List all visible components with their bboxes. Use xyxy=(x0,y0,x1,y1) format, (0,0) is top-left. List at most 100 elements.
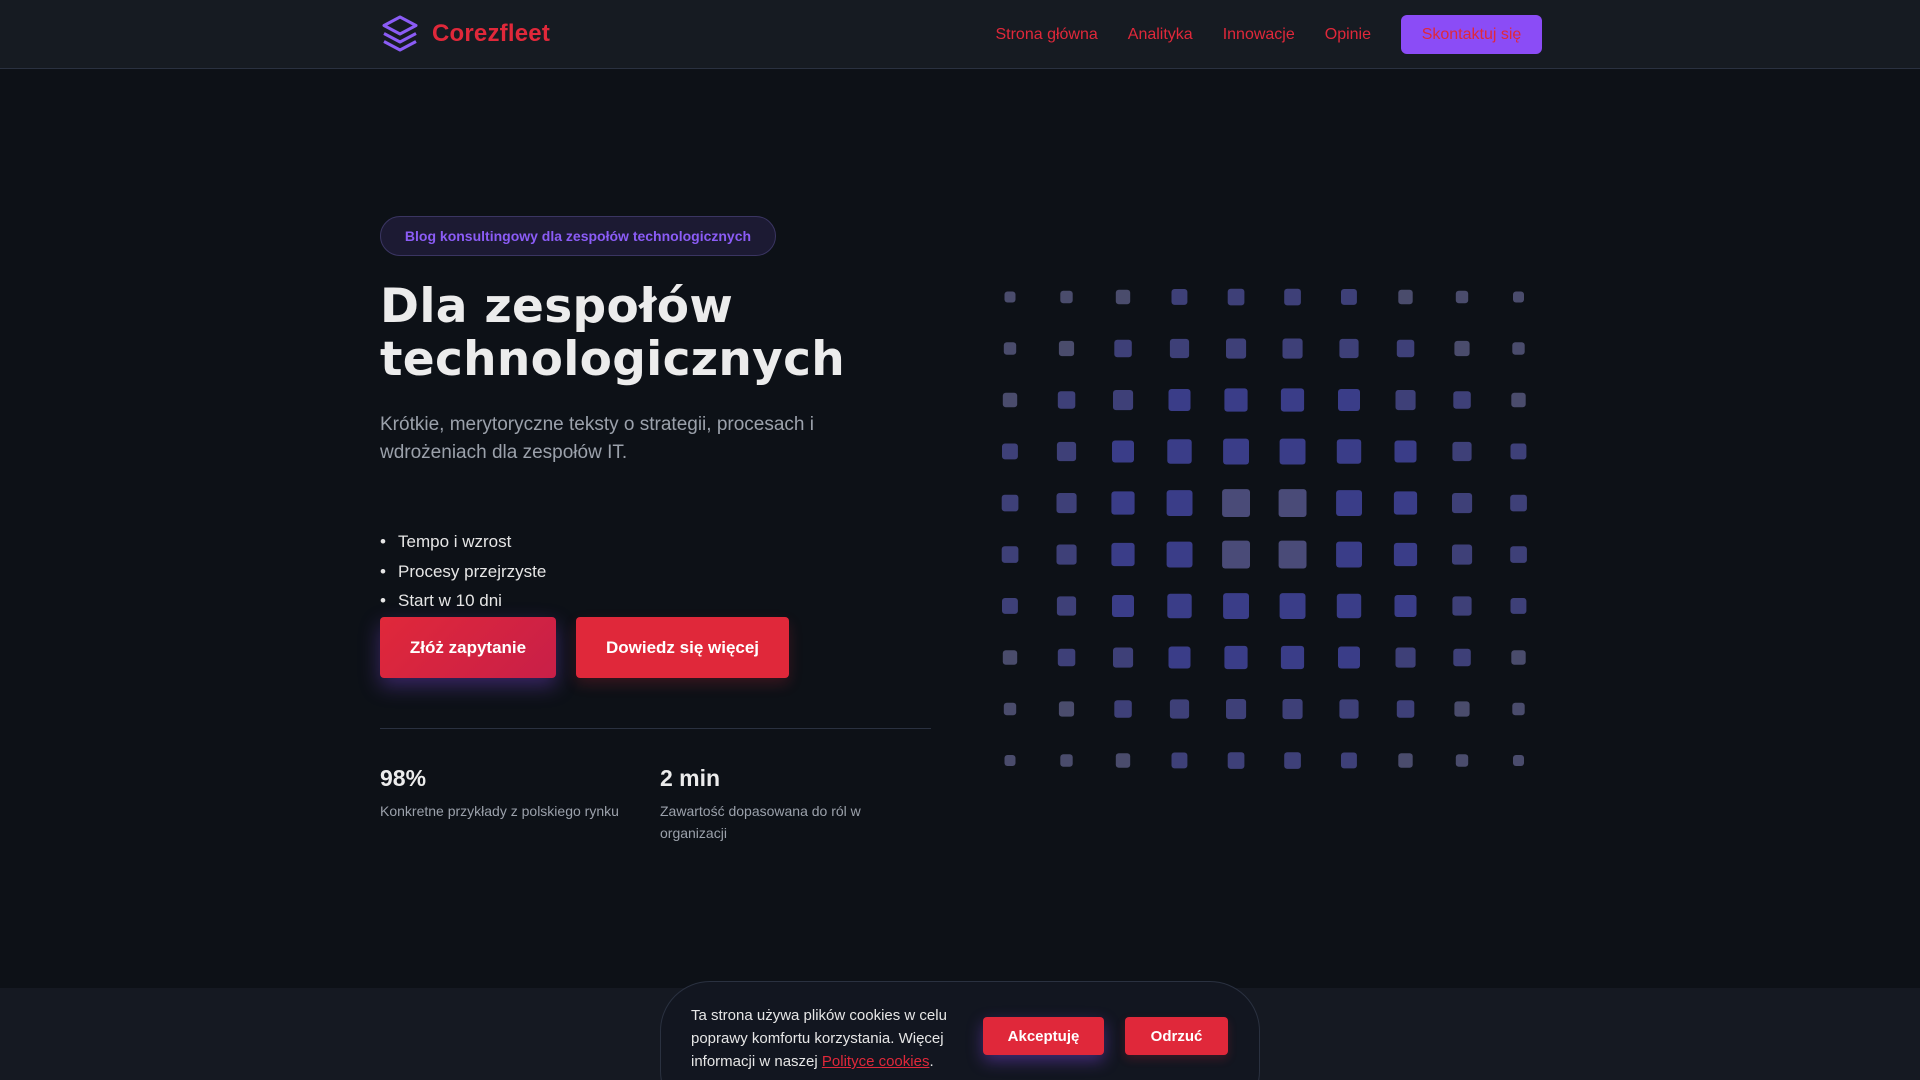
grid-square xyxy=(1111,542,1135,567)
grid-square xyxy=(1510,494,1527,512)
grid-square xyxy=(1395,390,1416,411)
stat-block: 98% Konkretne przykłady z polskiego rynk… xyxy=(380,762,630,822)
contact-button[interactable]: Skontaktuj się xyxy=(1401,15,1542,54)
grid-square xyxy=(1394,440,1417,463)
grid-square xyxy=(1280,645,1305,670)
grid-square xyxy=(1057,391,1076,409)
grid-square xyxy=(1169,699,1190,719)
grid-square xyxy=(1278,489,1307,517)
grid-square xyxy=(1511,650,1526,665)
grid-square xyxy=(1004,755,1016,766)
grid-square xyxy=(1398,289,1413,305)
grid-square xyxy=(1166,490,1193,516)
hero-badge: Blog konsultingowy dla zespołów technolo… xyxy=(380,216,776,256)
grid-square xyxy=(1002,650,1018,665)
grid-square xyxy=(1111,491,1135,515)
grid-square xyxy=(1113,647,1134,668)
grid-square xyxy=(1336,593,1362,619)
grid-square xyxy=(1168,646,1191,669)
grid-square xyxy=(1226,338,1247,359)
grid-square xyxy=(1056,493,1077,514)
stat-label: Zawartość dopasowana do ról w organizacj… xyxy=(660,803,861,841)
submit-inquiry-button[interactable]: Złóż zapytanie xyxy=(380,617,556,678)
stat-value: 2 min xyxy=(660,765,721,791)
grid-square xyxy=(1227,288,1245,306)
hero-title: Dla zespołów technologicznych xyxy=(380,279,846,387)
grid-square xyxy=(1114,339,1132,358)
grid-square xyxy=(1513,291,1524,303)
grid-square xyxy=(1284,288,1301,306)
grid-square xyxy=(1224,388,1248,412)
grid-square xyxy=(1396,700,1415,718)
grid-square xyxy=(1282,338,1303,359)
grid-square xyxy=(1341,289,1357,305)
decorative-square-grid xyxy=(1001,288,1527,769)
grid-square xyxy=(1278,540,1307,569)
cookie-text: Ta strona używa plików cookies w celu po… xyxy=(691,1004,981,1073)
stat-value: 98% xyxy=(380,765,427,791)
grid-square xyxy=(1115,289,1131,305)
cookie-banner: Ta strona używa plików cookies w celu po… xyxy=(660,981,1260,1080)
grid-square xyxy=(1171,752,1188,769)
grid-square xyxy=(1454,340,1470,357)
grid-square xyxy=(1339,338,1359,359)
grid-square xyxy=(1280,388,1305,412)
grid-square xyxy=(1115,753,1131,768)
nav-innovations[interactable]: Innowacje xyxy=(1223,16,1295,54)
learn-more-button[interactable]: Dowiedz się więcej xyxy=(576,617,789,678)
grid-square xyxy=(1338,389,1360,411)
grid-square xyxy=(1341,752,1357,769)
grid-square xyxy=(1394,595,1417,617)
grid-square xyxy=(1056,441,1077,462)
grid-square xyxy=(1222,489,1250,517)
grid-square xyxy=(1058,340,1075,357)
grid-square xyxy=(1222,540,1250,569)
grid-square xyxy=(1279,593,1306,619)
grid-square xyxy=(1002,392,1018,408)
layers-icon xyxy=(380,14,420,54)
grid-square xyxy=(1001,546,1019,563)
grid-square xyxy=(1453,648,1471,667)
grid-square xyxy=(1060,290,1073,304)
site-header: Corezfleet Strona główna Analityka Innow… xyxy=(0,0,1920,69)
grid-square xyxy=(1223,593,1249,619)
grid-square xyxy=(1227,752,1245,769)
nav-analytics[interactable]: Analityka xyxy=(1128,16,1193,54)
grid-square xyxy=(1166,541,1193,568)
nav-home[interactable]: Strona główna xyxy=(995,16,1097,54)
cookie-policy-link[interactable]: Polityce cookies xyxy=(822,1053,930,1070)
grid-square xyxy=(1336,490,1362,516)
grid-square xyxy=(1279,438,1306,465)
grid-square xyxy=(1223,438,1249,465)
grid-square xyxy=(1056,596,1077,616)
grid-square xyxy=(1113,390,1134,411)
grid-square xyxy=(1398,753,1413,768)
grid-square xyxy=(1167,439,1192,464)
grid-square xyxy=(1112,440,1134,463)
grid-square xyxy=(1393,542,1418,567)
main-nav: Strona główna Analityka Innowacje Opinie… xyxy=(995,15,1542,54)
grid-square xyxy=(1057,648,1076,667)
grid-square xyxy=(1002,598,1018,614)
cookie-message-end: . xyxy=(929,1053,934,1070)
grid-square xyxy=(1510,443,1527,460)
grid-square xyxy=(1454,701,1470,717)
grid-square xyxy=(1284,752,1301,769)
grid-square xyxy=(1168,389,1191,411)
grid-square xyxy=(1393,491,1418,515)
logo[interactable]: Corezfleet xyxy=(380,14,550,54)
grid-square xyxy=(1001,494,1019,512)
grid-square xyxy=(1452,544,1473,565)
grid-square xyxy=(1452,596,1472,616)
grid-square xyxy=(1058,701,1075,717)
grid-square xyxy=(1511,392,1526,408)
feature-list: Tempo i wzrost Procesy przejrzyste Start… xyxy=(380,527,546,616)
grid-square xyxy=(1512,702,1525,716)
accept-cookies-button[interactable]: Akceptuję xyxy=(983,1017,1104,1055)
divider xyxy=(380,728,931,729)
nav-reviews[interactable]: Opinie xyxy=(1325,16,1371,54)
grid-square xyxy=(1455,290,1469,304)
feature-item: Tempo i wzrost xyxy=(380,527,546,557)
reject-cookies-button[interactable]: Odrzuć xyxy=(1125,1017,1228,1055)
grid-square xyxy=(1453,391,1471,409)
